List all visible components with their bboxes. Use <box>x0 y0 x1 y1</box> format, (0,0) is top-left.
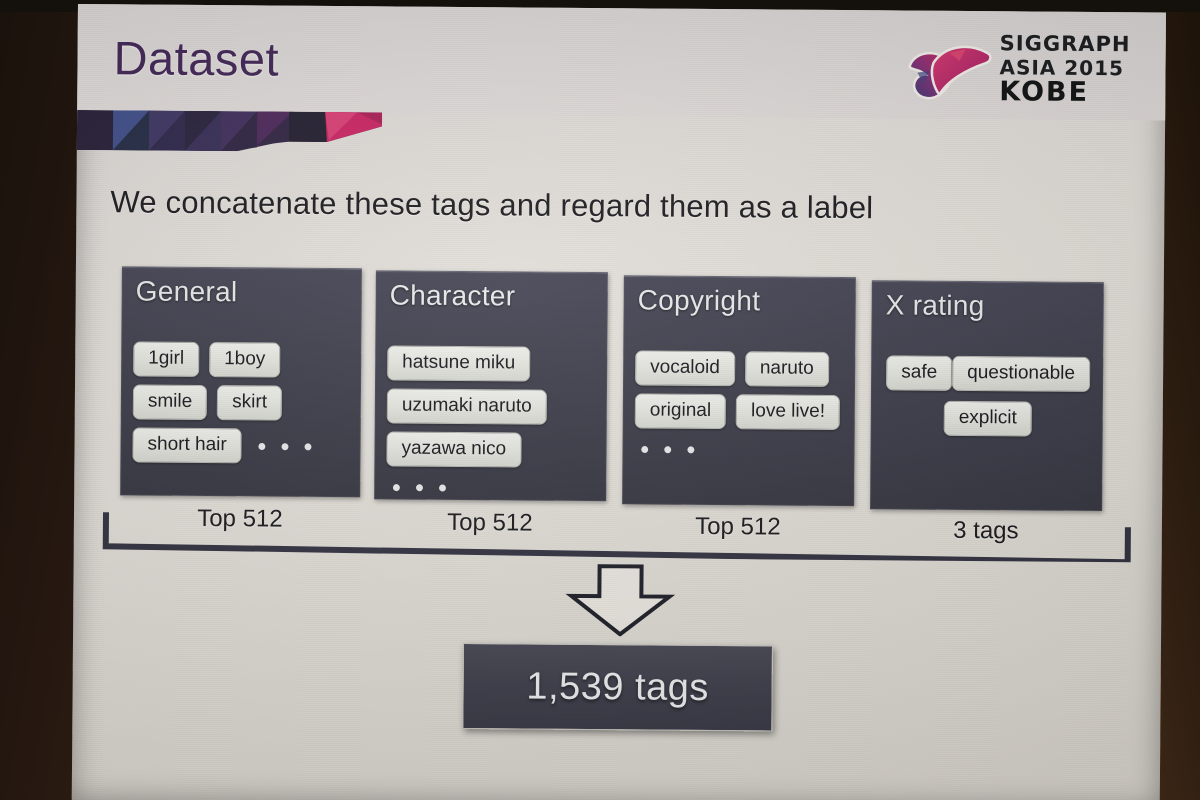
logo-wordmark: SIGGRAPH ASIA 2015 KOBE <box>999 31 1146 108</box>
more-tags-ellipsis: • • • <box>257 432 317 461</box>
page-title: Dataset <box>113 31 280 86</box>
tag-chip[interactable]: questionable <box>952 355 1091 392</box>
tag-chip[interactable]: safe <box>886 355 953 391</box>
down-arrow-icon <box>565 564 676 637</box>
tag-chip[interactable]: love live! <box>735 394 841 430</box>
tag-chip[interactable]: short hair <box>132 427 242 463</box>
tag-chip[interactable]: hatsune miku <box>387 345 531 382</box>
more-tags-ellipsis: • • • <box>392 474 451 502</box>
tag-group-x-rating: X rating safe questionable explicit <box>870 280 1104 512</box>
logo-line-asia-2015: ASIA 2015 <box>999 55 1125 81</box>
tag-chip[interactable]: naruto <box>744 351 829 387</box>
slide-photo: Dataset SIGGRAPH ASIA 2015 KOBE We conca… <box>0 0 1200 800</box>
tag-list-copyright: vocaloid naruto original love live! • • … <box>634 350 845 467</box>
tag-chip[interactable]: smile <box>132 384 208 420</box>
siggraph-bird-icon <box>903 36 996 109</box>
tag-group-row: General 1girl 1boy smile skirt short hai… <box>120 262 1132 512</box>
tag-chip[interactable]: uzumaki naruto <box>386 388 547 425</box>
tag-chip[interactable]: skirt <box>217 384 283 421</box>
tag-chip[interactable]: 1girl <box>133 341 200 377</box>
group-title-x-rating: X rating <box>885 289 985 322</box>
projected-slide: Dataset SIGGRAPH ASIA 2015 KOBE We conca… <box>71 4 1166 800</box>
tag-list-character: hatsune miku uzumaki naruto yazawa nico … <box>386 345 597 505</box>
result-total-text: 1,539 tags <box>526 665 710 709</box>
result-total-box: 1,539 tags <box>462 643 773 732</box>
tag-chip[interactable]: explicit <box>943 400 1032 437</box>
tag-chip[interactable]: yazawa nico <box>386 431 522 468</box>
group-title-general: General <box>135 275 238 308</box>
tag-list-x-rating: safe questionable explicit <box>883 355 1094 437</box>
tag-group-general: General 1girl 1boy smile skirt short hai… <box>120 266 362 498</box>
logo-line-kobe: KOBE <box>999 76 1090 108</box>
tag-group-character: Character hatsune miku uzumaki naruto ya… <box>374 270 608 501</box>
tag-group-copyright: Copyright vocaloid naruto original love … <box>622 275 856 507</box>
tag-chip[interactable]: 1boy <box>208 342 281 378</box>
slide-headline: We concatenate these tags and regard the… <box>110 184 874 226</box>
siggraph-asia-logo: SIGGRAPH ASIA 2015 KOBE <box>903 30 1144 124</box>
decorative-facet-band <box>76 109 383 152</box>
grouping-bracket <box>102 512 1132 563</box>
group-title-character: Character <box>389 279 516 312</box>
tag-list-general: 1girl 1boy smile skirt short hair • • • <box>132 341 351 463</box>
more-tags-ellipsis: • • • <box>640 436 700 464</box>
tag-chip[interactable]: vocaloid <box>635 350 736 387</box>
logo-line-siggraph: SIGGRAPH <box>999 31 1131 57</box>
group-title-copyright: Copyright <box>637 284 761 317</box>
tag-chip[interactable]: original <box>634 393 727 429</box>
